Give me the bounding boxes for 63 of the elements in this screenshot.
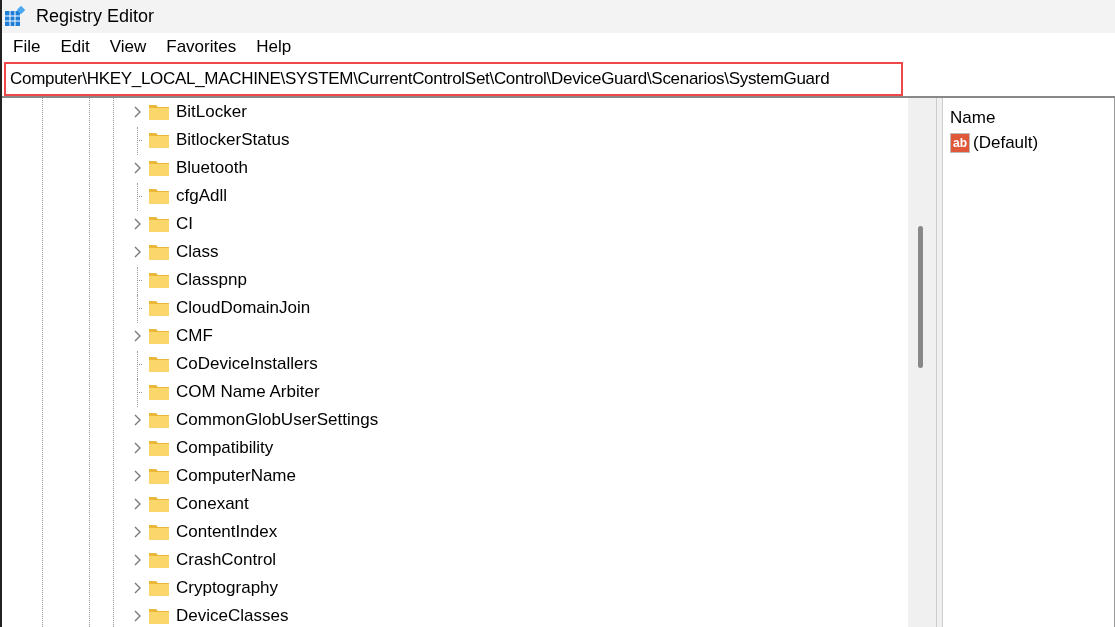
tree-item[interactable]: CrashControl [176,550,277,570]
value-name[interactable]: (Default) [973,133,1039,153]
expand-chevron-icon[interactable] [132,553,142,567]
menu-item[interactable]: Favorites [157,37,248,57]
menu-item[interactable]: File [4,37,52,57]
string-value-icon: ab [950,133,970,153]
tree-item[interactable]: Bluetooth [176,158,248,178]
tree-item[interactable]: CloudDomainJoin [176,298,311,318]
expand-chevron-icon[interactable] [132,105,142,119]
tree-item[interactable]: Classpnp [176,270,247,290]
menu-item[interactable]: View [100,37,158,57]
column-header[interactable]: Name [950,108,996,128]
folder-icon [148,467,170,485]
scrollbar[interactable] [908,98,936,627]
expand-chevron-icon[interactable] [132,581,142,595]
expand-chevron-icon[interactable] [132,161,142,175]
tree-item[interactable]: BitlockerStatus [176,130,290,150]
expand-chevron-icon[interactable] [132,525,142,539]
expand-chevron-icon[interactable] [132,497,142,511]
tree-item[interactable]: ContentIndex [176,522,278,542]
folder-icon [148,579,170,597]
folder-icon [148,159,170,177]
folder-icon [148,551,170,569]
tree-item[interactable]: ComputerName [176,466,296,486]
address-bar[interactable]: Computer\HKEY_LOCAL_MACHINE\SYSTEM\CurrentControlSet\Control\DeviceGuard\Scenarios\SystemGuard [4,62,903,96]
folder-icon [148,215,170,233]
expand-chevron-icon[interactable] [132,329,142,343]
folder-icon [148,383,170,401]
expand-chevron-icon[interactable] [132,217,142,231]
expand-chevron-icon[interactable] [132,609,142,623]
tree-item[interactable]: CMF [176,326,213,346]
tree-item[interactable]: COM Name Arbiter [176,382,320,402]
folder-icon [148,523,170,541]
folder-icon [148,495,170,513]
folder-icon [148,299,170,317]
tree-item[interactable]: Compatibility [176,438,274,458]
tree-item[interactable]: CoDeviceInstallers [176,354,318,374]
tree-item[interactable]: BitLocker [176,102,247,122]
folder-icon [148,411,170,429]
folder-icon [148,187,170,205]
menu-item[interactable]: Help [247,37,303,57]
tree-item[interactable]: Cryptography [176,578,279,598]
expand-chevron-icon[interactable] [132,413,142,427]
folder-icon [148,327,170,345]
expand-chevron-icon[interactable] [132,469,142,483]
tree-item[interactable]: CI [176,214,193,234]
tree-item[interactable]: CommonGlobUserSettings [176,410,379,430]
tree-item[interactable]: Class [176,242,219,262]
scrollbar-thumb[interactable] [918,226,923,368]
folder-icon [148,439,170,457]
expand-chevron-icon[interactable] [132,245,142,259]
menu-item[interactable]: Edit [51,37,101,57]
folder-icon [148,607,170,625]
folder-icon [148,243,170,261]
folder-icon [148,355,170,373]
tree-item[interactable]: cfgAdll [176,186,228,206]
folder-icon [148,271,170,289]
expand-chevron-icon[interactable] [132,441,142,455]
window-title: Registry Editor [36,6,155,27]
tree-item[interactable]: DeviceClasses [176,606,289,626]
folder-icon [148,103,170,121]
tree-item[interactable]: Conexant [176,494,249,514]
folder-icon [148,131,170,149]
